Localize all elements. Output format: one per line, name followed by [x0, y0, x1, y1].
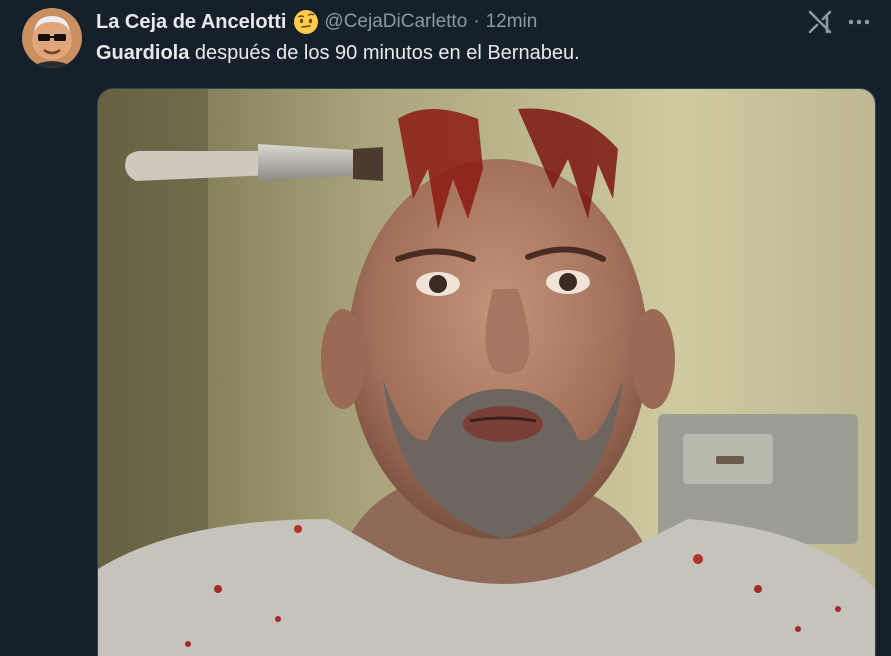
tweet: La Ceja de Ancelotti @CejaDiCarletto · 1…: [0, 0, 891, 656]
avatar[interactable]: [22, 8, 82, 68]
tweet-text: Guardiola después de los 90 minutos en e…: [96, 42, 580, 65]
tweet-media-image[interactable]: [97, 88, 876, 656]
tweet-text-bold: Guardiola: [96, 42, 190, 64]
timestamp[interactable]: 12min: [486, 11, 538, 33]
tweet-text-rest: después de los 90 minutos en el Bernabeu…: [189, 42, 580, 64]
photo-illustration: [98, 89, 875, 656]
more-icon[interactable]: [846, 10, 872, 34]
user-handle[interactable]: @CejaDiCarletto: [324, 11, 467, 33]
grok-icon[interactable]: [806, 8, 834, 36]
display-name[interactable]: La Ceja de Ancelotti: [96, 11, 286, 34]
separator-dot: ·: [473, 11, 480, 32]
raised-eyebrow-emoji-icon: [293, 9, 319, 35]
tweet-header: La Ceja de Ancelotti @CejaDiCarletto · 1…: [96, 8, 537, 36]
avatar-image: [22, 8, 82, 68]
